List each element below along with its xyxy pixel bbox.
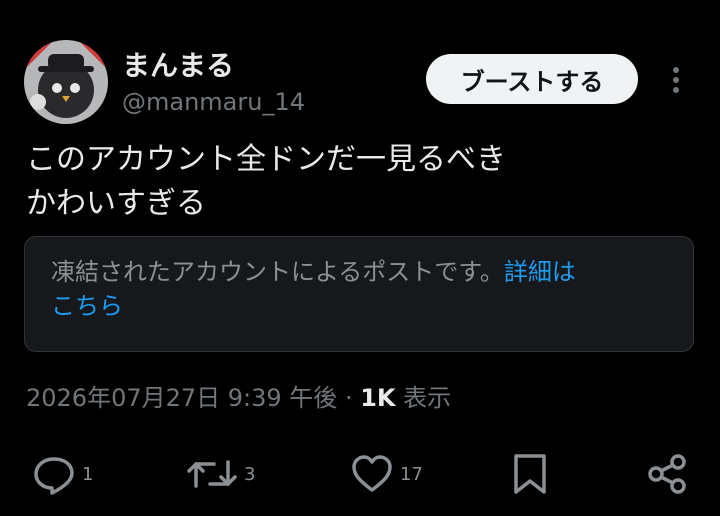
- reply-icon: [34, 457, 74, 495]
- like-button[interactable]: 17: [350, 452, 423, 496]
- repost-icon: [187, 460, 237, 488]
- notice-text: 凍結されたアカウントによるポストです。: [51, 258, 504, 286]
- bookmark-icon: [514, 454, 546, 494]
- share-button[interactable]: [646, 452, 690, 496]
- meta-separator: ·: [344, 384, 353, 412]
- reply-count: 1: [82, 463, 94, 485]
- more-options-icon[interactable]: [664, 62, 688, 98]
- like-count: 17: [400, 463, 423, 485]
- repost-button[interactable]: 3: [186, 452, 255, 496]
- share-icon: [648, 454, 686, 494]
- reply-button[interactable]: 1: [32, 452, 93, 496]
- views-count: 1K: [360, 384, 396, 412]
- post-text: このアカウント全ドンだ一見るべき かわいすぎる: [26, 138, 506, 226]
- post-text-line: このアカウント全ドンだ一見るべき: [26, 142, 506, 177]
- boost-button[interactable]: ブーストする: [426, 54, 638, 104]
- post-text-line: かわいすぎる: [26, 186, 206, 221]
- avatar-image: [24, 40, 108, 124]
- avatar[interactable]: [24, 40, 108, 124]
- author-display-name[interactable]: まんまる: [122, 44, 234, 84]
- notice-details-link-cont[interactable]: こちら: [51, 292, 123, 320]
- bookmark-button[interactable]: [510, 452, 550, 496]
- heart-icon: [352, 455, 392, 492]
- suspended-notice: 凍結されたアカウントによるポストです。詳細はこちら: [24, 236, 694, 352]
- post-meta: 2026年07月27日 9:39 午後 · 1K 表示: [26, 378, 451, 413]
- views-label: 表示: [403, 384, 452, 412]
- author-handle[interactable]: @manmaru_14: [122, 88, 305, 116]
- notice-details-link[interactable]: 詳細は: [504, 258, 576, 286]
- repost-count: 3: [244, 463, 256, 485]
- post-timestamp[interactable]: 2026年07月27日 9:39 午後: [26, 384, 337, 412]
